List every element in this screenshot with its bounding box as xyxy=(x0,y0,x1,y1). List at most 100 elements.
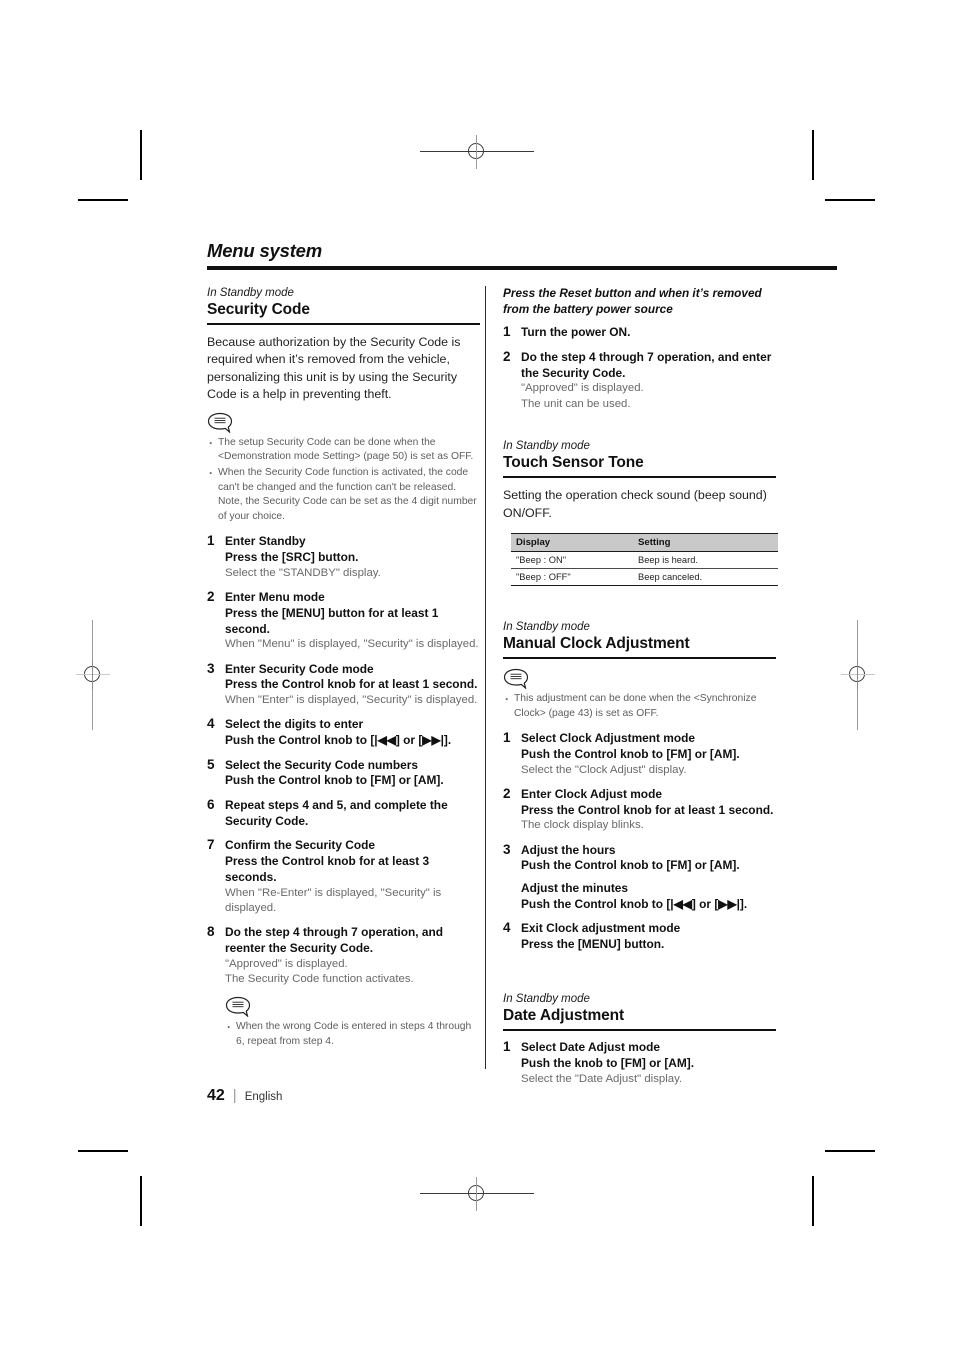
step-title: Do the step 4 through 7 operation, and r… xyxy=(225,925,444,955)
step-note: Select the "STANDBY" display. xyxy=(225,566,381,579)
step-number: 2 xyxy=(503,349,511,365)
step-note: Select the "Date Adjust" display. xyxy=(521,1072,683,1085)
footer-page-number: 42 xyxy=(207,1087,225,1104)
security-code-heading: Security Code xyxy=(207,301,310,319)
step-item: 2 Enter Clock Adjust mode Press the Cont… xyxy=(503,785,776,834)
note-bubble-icon xyxy=(503,668,529,689)
table-header-row: Display Setting xyxy=(511,532,778,552)
step-action: Press the [MENU] button. xyxy=(521,937,665,952)
running-head-rule xyxy=(207,266,837,270)
step-item: 4 Exit Clock adjustment mode Press the [… xyxy=(503,920,776,952)
security-code-rule xyxy=(207,322,480,326)
step-item: 1 Turn the power ON. xyxy=(503,324,776,341)
table-cell-display: "Beep : ON" xyxy=(511,551,633,569)
step-note: When "Enter" is displayed, "Security" is… xyxy=(225,693,478,706)
step-number: 2 xyxy=(207,589,215,605)
step-title: Repeat steps 4 and 5, and complete the S… xyxy=(225,798,448,828)
step-title: Select Date Adjust mode xyxy=(521,1040,660,1055)
step-title: Enter Clock Adjust mode xyxy=(521,786,662,801)
step-action: Press the [MENU] button for at least 1 s… xyxy=(225,605,439,636)
step-title: Enter Standby xyxy=(225,534,306,549)
step-number: 1 xyxy=(207,533,215,549)
step-note: "Approved" is displayed. The Security Co… xyxy=(225,957,414,985)
touch-sensor-intro: Setting the operation check sound (beep … xyxy=(503,488,767,520)
date-adjustment-steps: 1 Select Date Adjust mode Push the knob … xyxy=(503,1039,776,1087)
step-action: Push the knob to [FM] or [AM]. xyxy=(521,1055,695,1070)
step-action: Push the Control knob to [FM] or [AM]. xyxy=(225,773,444,788)
step-title: Confirm the Security Code xyxy=(225,838,375,853)
step-note: When "Re-Enter" is displayed, "Security"… xyxy=(225,886,442,914)
step-note: Select the "Clock Adjust" display. xyxy=(521,763,687,776)
step-action: Push the Control knob to [FM] or [AM]. xyxy=(521,746,740,761)
step-item: 3 Adjust the hours Push the Control knob… xyxy=(503,841,776,913)
table-cell-display: "Beep : OFF" xyxy=(511,568,633,586)
note-bubble-icon xyxy=(207,412,233,433)
manual-clock-rule xyxy=(503,656,776,659)
step-item: 3 Enter Security Code mode Press the Con… xyxy=(207,660,480,709)
step-number: 3 xyxy=(207,660,215,676)
step-item: 7 Confirm the Security Code Press the Co… xyxy=(207,837,480,916)
step-number: 8 xyxy=(207,924,215,940)
security-code-intro: Because authorization by the Security Co… xyxy=(207,335,461,401)
step-number: 4 xyxy=(207,716,215,732)
step-title: Enter Menu mode xyxy=(225,590,325,605)
step-number: 3 xyxy=(503,841,511,857)
security-code-bottom-note-block: When the wrong Code is entered in steps … xyxy=(225,996,480,1049)
step-action: Press the Control knob for at least 3 se… xyxy=(225,854,430,884)
step-number: 1 xyxy=(503,1039,511,1055)
step-title: Adjust the hours xyxy=(521,842,616,857)
touch-sensor-rule xyxy=(503,476,776,479)
note-item: This adjustment can be done when the <Sy… xyxy=(503,691,776,721)
step-title: Select Clock Adjustment mode xyxy=(521,731,695,746)
step-number: 1 xyxy=(503,730,511,746)
step-note: When "Menu" is displayed, "Security" is … xyxy=(225,638,479,651)
step-action: Press the Control knob for at least 1 se… xyxy=(521,802,774,817)
step-note: The clock display blinks. xyxy=(521,819,644,832)
footer-language: English xyxy=(244,1091,283,1103)
reset-steps: 1 Turn the power ON. 2 Do the step 4 thr… xyxy=(503,324,776,412)
step-title: Select the digits to enter xyxy=(225,717,364,732)
step-sub-action: Push the Control knob to [|◀◀] or [▶▶|]. xyxy=(521,896,748,911)
step-title: Do the step 4 through 7 operation, and e… xyxy=(521,350,772,380)
table-row: "Beep : ON" Beep is heard. xyxy=(511,551,778,569)
touch-sensor-table: Display Setting "Beep : ON" Beep is hear… xyxy=(511,532,778,586)
manual-clock-eyebrow: In Standby mode xyxy=(503,620,590,633)
step-item: 1 Enter Standby Press the [SRC] button. … xyxy=(207,533,480,581)
step-item: 4 Select the digits to enter Push the Co… xyxy=(207,716,480,748)
date-adjustment-rule xyxy=(503,1028,776,1032)
step-title: Enter Security Code mode xyxy=(225,661,374,676)
step-action: Push the Control knob to [|◀◀] or [▶▶|]. xyxy=(225,732,452,747)
security-code-note-block: The setup Security Code can be done when… xyxy=(207,412,480,525)
step-title: Exit Clock adjustment mode xyxy=(521,921,681,936)
table-cell-setting: Beep is heard. xyxy=(633,551,778,569)
step-item: 8 Do the step 4 through 7 operation, and… xyxy=(207,924,480,987)
right-column: Press the Reset button and when it’s rem… xyxy=(503,286,778,1096)
manual-clock-note-block: This adjustment can be done when the <Sy… xyxy=(503,668,776,721)
touch-sensor-eyebrow: In Standby mode xyxy=(503,440,590,453)
footer-separator: | xyxy=(232,1087,237,1104)
security-code-eyebrow: In Standby mode xyxy=(207,287,294,299)
step-number: 7 xyxy=(207,837,215,853)
step-item: 1 Select Date Adjust mode Push the knob … xyxy=(503,1039,776,1087)
security-code-steps: 1 Enter Standby Press the [SRC] button. … xyxy=(207,533,480,987)
step-action: Push the Control knob to [FM] or [AM]. xyxy=(521,858,740,873)
table-row: "Beep : OFF" Beep canceled. xyxy=(511,568,778,586)
note-item: The setup Security Code can be done when… xyxy=(207,435,480,465)
note-bubble-icon xyxy=(225,996,251,1018)
step-number: 2 xyxy=(503,785,511,801)
step-item: 6 Repeat steps 4 and 5, and complete the… xyxy=(207,797,480,829)
manual-clock-heading: Manual Clock Adjustment xyxy=(503,635,690,652)
running-head: Menu system xyxy=(207,240,323,261)
step-item: 2 Enter Menu mode Press the [MENU] butto… xyxy=(207,589,480,652)
step-number: 1 xyxy=(503,324,511,340)
step-item: 1 Select Clock Adjustment mode Push the … xyxy=(503,730,776,778)
touch-sensor-heading: Touch Sensor Tone xyxy=(503,454,644,472)
step-action: Press the Control knob for at least 1 se… xyxy=(225,677,478,692)
step-action: Press the [SRC] button. xyxy=(225,550,359,565)
left-column: In Standby mode Security Code Because au… xyxy=(207,286,480,1059)
table-cell-setting: Beep canceled. xyxy=(633,568,778,586)
step-note: "Approved" is displayed. The unit can be… xyxy=(521,382,644,410)
reset-lead-text: Press the Reset button and when it’s rem… xyxy=(503,286,762,316)
step-number: 6 xyxy=(207,797,215,813)
date-adjustment-heading: Date Adjustment xyxy=(503,1007,625,1025)
